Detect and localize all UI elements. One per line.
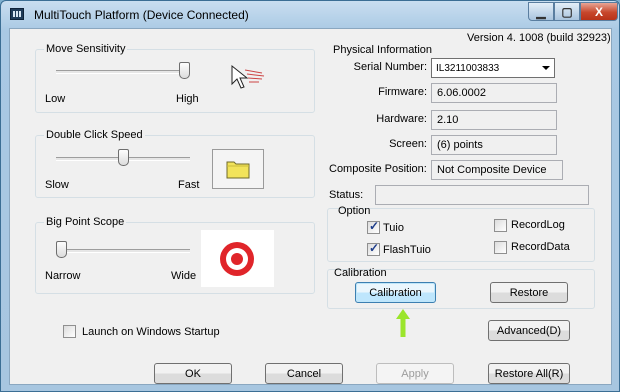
launch-startup-label[interactable]: Launch on Windows Startup xyxy=(82,326,220,338)
dialog-client-area: Version 4. 1008 (build 32923) Move Sensi… xyxy=(9,28,612,385)
recorddata-label[interactable]: RecordData xyxy=(511,241,570,253)
ok-button[interactable]: OK xyxy=(154,363,232,384)
double-click-min: Slow xyxy=(45,179,69,191)
status-label: Status: xyxy=(329,189,364,201)
restore-button[interactable]: Restore xyxy=(490,282,568,303)
double-click-thumb[interactable] xyxy=(117,149,129,166)
move-sensitivity-thumb[interactable] xyxy=(179,62,190,79)
flashtuio-checkbox[interactable] xyxy=(367,241,380,256)
screen-field: (6) points xyxy=(431,135,557,155)
move-sensitivity-track[interactable] xyxy=(56,70,190,74)
physical-info-label: Physical Information xyxy=(333,44,433,56)
big-point-min: Narrow xyxy=(45,270,81,282)
window-title: MultiTouch Platform (Device Connected) xyxy=(34,8,249,22)
serial-number-value: IL3211003833 xyxy=(436,63,500,74)
serial-number-dropdown[interactable]: IL3211003833 xyxy=(431,58,555,78)
launch-startup-checkbox[interactable] xyxy=(63,325,76,338)
version-label: Version 4. 1008 (build 32923) xyxy=(467,32,611,44)
folder-icon xyxy=(226,161,250,179)
big-point-preview xyxy=(201,230,274,287)
option-group: Option Tuio FlashTuio RecordLog RecordDa… xyxy=(327,205,595,262)
recordlog-checkbox[interactable] xyxy=(494,219,507,232)
apply-button[interactable]: Apply xyxy=(376,363,454,384)
close-icon: X xyxy=(594,4,603,19)
screen-label: Screen: xyxy=(389,138,427,150)
option-label: Option xyxy=(338,205,371,217)
recordlog-label[interactable]: RecordLog xyxy=(511,219,565,231)
move-sensitivity-group: Move Sensitivity Low High xyxy=(35,43,315,113)
move-sensitivity-max: High xyxy=(176,93,199,105)
composite-position-field: Not Composite Device xyxy=(431,160,563,180)
cursor-motion-icon xyxy=(231,64,265,89)
serial-number-label: Serial Number: xyxy=(353,61,427,73)
double-click-label: Double Click Speed xyxy=(44,129,145,141)
chevron-down-icon xyxy=(542,66,550,70)
firmware-field: 6.06.0002 xyxy=(431,83,557,103)
tuio-checkbox[interactable] xyxy=(367,219,380,234)
application-window: MultiTouch Platform (Device Connected) ▁… xyxy=(0,0,620,392)
close-button[interactable]: X xyxy=(580,2,618,21)
title-bar[interactable]: MultiTouch Platform (Device Connected) ▁… xyxy=(1,1,619,27)
hardware-label: Hardware: xyxy=(376,113,427,125)
double-click-test-area[interactable] xyxy=(212,149,264,189)
big-point-group: Big Point Scope Narrow Wide xyxy=(35,216,315,294)
status-field xyxy=(375,185,589,205)
firmware-label: Firmware: xyxy=(378,86,427,98)
composite-position-label: Composite Position: xyxy=(329,163,427,175)
hardware-field: 2.10 xyxy=(431,110,557,130)
maximize-button[interactable]: ▢ xyxy=(554,2,580,21)
tuio-label[interactable]: Tuio xyxy=(383,222,404,234)
big-point-track[interactable] xyxy=(56,249,190,253)
move-sensitivity-label: Move Sensitivity xyxy=(44,43,128,55)
target-icon xyxy=(220,242,254,276)
maximize-icon: ▢ xyxy=(561,4,573,19)
recorddata-checkbox[interactable] xyxy=(494,241,507,254)
cancel-button[interactable]: Cancel xyxy=(265,363,343,384)
minimize-button[interactable]: ▁ xyxy=(528,2,554,21)
minimize-icon: ▁ xyxy=(536,4,546,19)
app-icon xyxy=(10,8,24,20)
flashtuio-label[interactable]: FlashTuio xyxy=(383,244,431,256)
calibration-label: Calibration xyxy=(334,267,387,279)
restore-all-button[interactable]: Restore All(R) xyxy=(488,363,570,384)
calibration-group: Calibration Calibration Restore xyxy=(327,267,595,309)
big-point-label: Big Point Scope xyxy=(44,216,127,228)
arrow-up-icon xyxy=(396,309,410,337)
big-point-max: Wide xyxy=(171,270,197,282)
calibration-button[interactable]: Calibration xyxy=(355,282,436,303)
physical-info-group: Physical Information Serial Number: IL32… xyxy=(327,44,595,205)
double-click-max: Fast xyxy=(178,179,200,191)
advanced-button[interactable]: Advanced(D) xyxy=(488,320,570,341)
big-point-thumb[interactable] xyxy=(56,241,67,258)
double-click-group: Double Click Speed Slow Fast xyxy=(35,129,315,198)
move-sensitivity-min: Low xyxy=(45,93,66,105)
